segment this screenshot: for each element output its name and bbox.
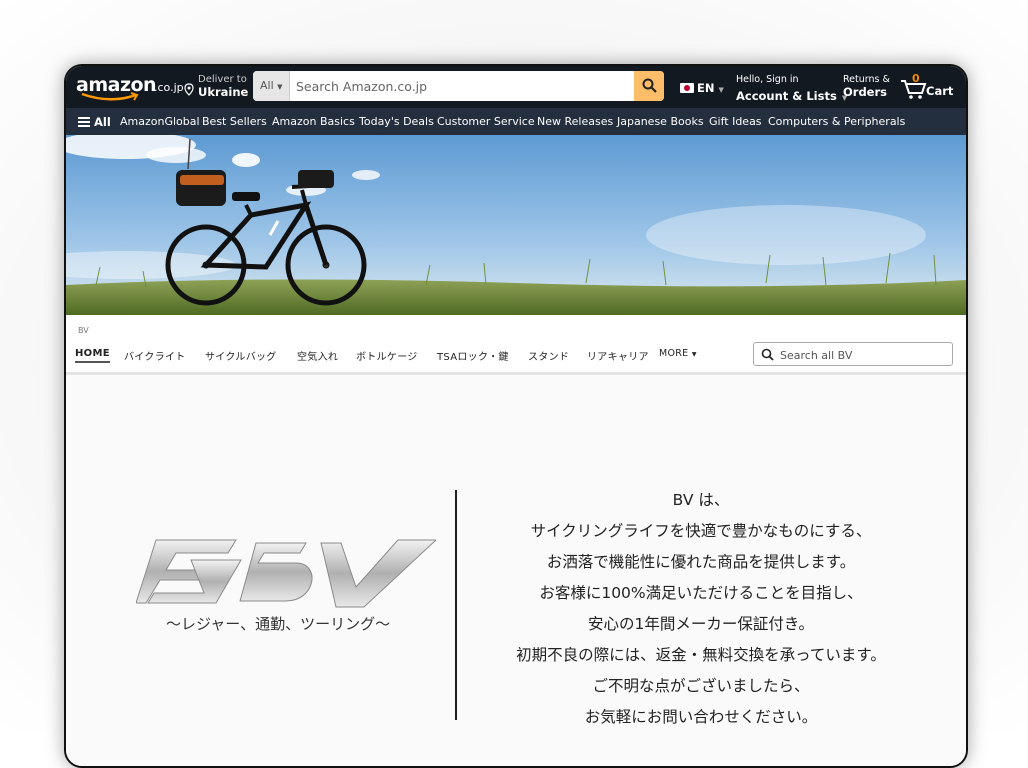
- nav-item-computers-peripherals[interactable]: Computers & Peripherals: [768, 115, 905, 128]
- store-tab-bottle-cage[interactable]: ボトルケージ: [356, 348, 418, 363]
- nav-item-gift-ideas[interactable]: Gift Ideas: [709, 115, 762, 128]
- nav-item-amazonglobal[interactable]: AmazonGlobal: [120, 115, 200, 128]
- cart-button[interactable]: 0 Cart: [900, 72, 960, 102]
- store-tab-home[interactable]: HOME: [75, 348, 110, 363]
- store-tab-rear-carrier[interactable]: リアキャリア: [587, 348, 649, 363]
- logo-tld: .co.jp: [154, 81, 184, 94]
- store-tab-stand[interactable]: スタンド: [528, 348, 569, 363]
- cart-icon: [901, 80, 927, 99]
- deliver-country: Ukraine: [198, 85, 249, 99]
- bicycle-banner-image: [66, 135, 966, 315]
- nav-item-todays-deals[interactable]: Today's Deals: [359, 115, 434, 128]
- store-hero-banner: [66, 135, 966, 315]
- nav-item-best-sellers[interactable]: Best Sellers: [202, 115, 267, 128]
- amazon-header: amazon .co.jp Deliver to Ukraine All ▼ S…: [66, 66, 966, 108]
- store-search-input[interactable]: [778, 343, 950, 367]
- deliver-line1: Deliver to: [198, 74, 247, 85]
- store-nav: HOME バイクライト サイクルバッグ 空気入れ ボトルケージ TSAロック・鍵…: [66, 338, 966, 375]
- hamburger-icon: [78, 117, 90, 127]
- main-nav: All AmazonGlobal Best Sellers Amazon Bas…: [66, 108, 966, 135]
- store-search: [753, 342, 953, 367]
- nav-item-japanese-books[interactable]: Japanese Books: [617, 115, 704, 128]
- search-category-dropdown[interactable]: All ▼: [253, 71, 290, 101]
- dropdown-caret-icon: ▼: [718, 86, 724, 94]
- language-label: EN: [697, 81, 715, 95]
- search-button[interactable]: [634, 71, 664, 101]
- chevron-down-icon: ▼: [691, 351, 697, 358]
- mission-line: 初期不良の際には、返金・無料交換を承っています。: [516, 646, 886, 664]
- cart-label: Cart: [926, 84, 954, 98]
- mission-line: お客様に100%満足いただけることを目指し、: [539, 584, 863, 602]
- bv-logo-graphic: [135, 539, 438, 608]
- brand-story-section: 〜レジャー、通勤、ツーリング〜 BV は、 サイクリングライフを快適で豊かなもの…: [66, 375, 966, 766]
- search-bar: All ▼: [253, 71, 664, 101]
- account-greeting: Hello, Sign in: [736, 74, 799, 85]
- nav-item-customer-service[interactable]: Customer Service: [437, 115, 535, 128]
- language-selector[interactable]: EN ▼: [680, 81, 724, 95]
- mission-line: ご不明な点がございましたら、: [592, 677, 810, 695]
- search-category-label: All: [260, 79, 274, 92]
- smile-arrow-icon: [81, 92, 139, 101]
- more-label: MORE: [659, 348, 689, 359]
- japan-flag-icon: [680, 83, 694, 93]
- dropdown-caret-icon: ▼: [277, 83, 283, 91]
- store-tab-bike-light[interactable]: バイクライト: [124, 348, 186, 363]
- vertical-divider: [455, 490, 457, 720]
- mission-line: 安心の1年間メーカー保証付き。: [587, 615, 815, 633]
- store-breadcrumb[interactable]: BV: [78, 326, 89, 335]
- brand-mission: BV は、 サイクリングライフを快適で豊かなものにする、 お洒落で機能性に優れた…: [486, 485, 916, 733]
- store-tab-tsa-lock[interactable]: TSAロック・鍵: [437, 348, 509, 363]
- returns-label: Returns &: [843, 74, 890, 85]
- returns-orders[interactable]: Returns & Orders: [843, 74, 890, 99]
- all-menu-button[interactable]: All: [78, 115, 111, 129]
- brand-tagline: 〜レジャー、通勤、ツーリング〜: [166, 615, 391, 633]
- location-pin-icon: [184, 83, 194, 96]
- store-tab-more[interactable]: MORE ▼: [659, 348, 697, 359]
- nav-item-amazon-basics[interactable]: Amazon Basics: [272, 115, 355, 128]
- mission-line: BV は、: [672, 491, 730, 509]
- mission-line: お洒落で機能性に優れた商品を提供します。: [546, 553, 856, 571]
- all-label: All: [94, 115, 111, 129]
- mission-line: サイクリングライフを快適で豊かなものにする、: [530, 522, 872, 540]
- bv-brand-logo: [135, 535, 438, 614]
- search-icon: [761, 348, 774, 361]
- account-label: Account & Lists: [736, 89, 837, 103]
- search-input[interactable]: [290, 71, 620, 101]
- account-lists[interactable]: Hello, Sign in Account & Lists ▼: [736, 74, 847, 104]
- browser-window: amazon .co.jp Deliver to Ukraine All ▼ S…: [64, 64, 968, 768]
- search-icon: [642, 78, 657, 93]
- store-tab-cycle-bag[interactable]: サイクルバッグ: [205, 348, 277, 363]
- nav-item-new-releases[interactable]: New Releases: [537, 115, 613, 128]
- mission-line: お気軽にお問い合わせください。: [584, 708, 818, 726]
- orders-label: Orders: [843, 85, 887, 99]
- store-tab-pump[interactable]: 空気入れ: [297, 348, 338, 363]
